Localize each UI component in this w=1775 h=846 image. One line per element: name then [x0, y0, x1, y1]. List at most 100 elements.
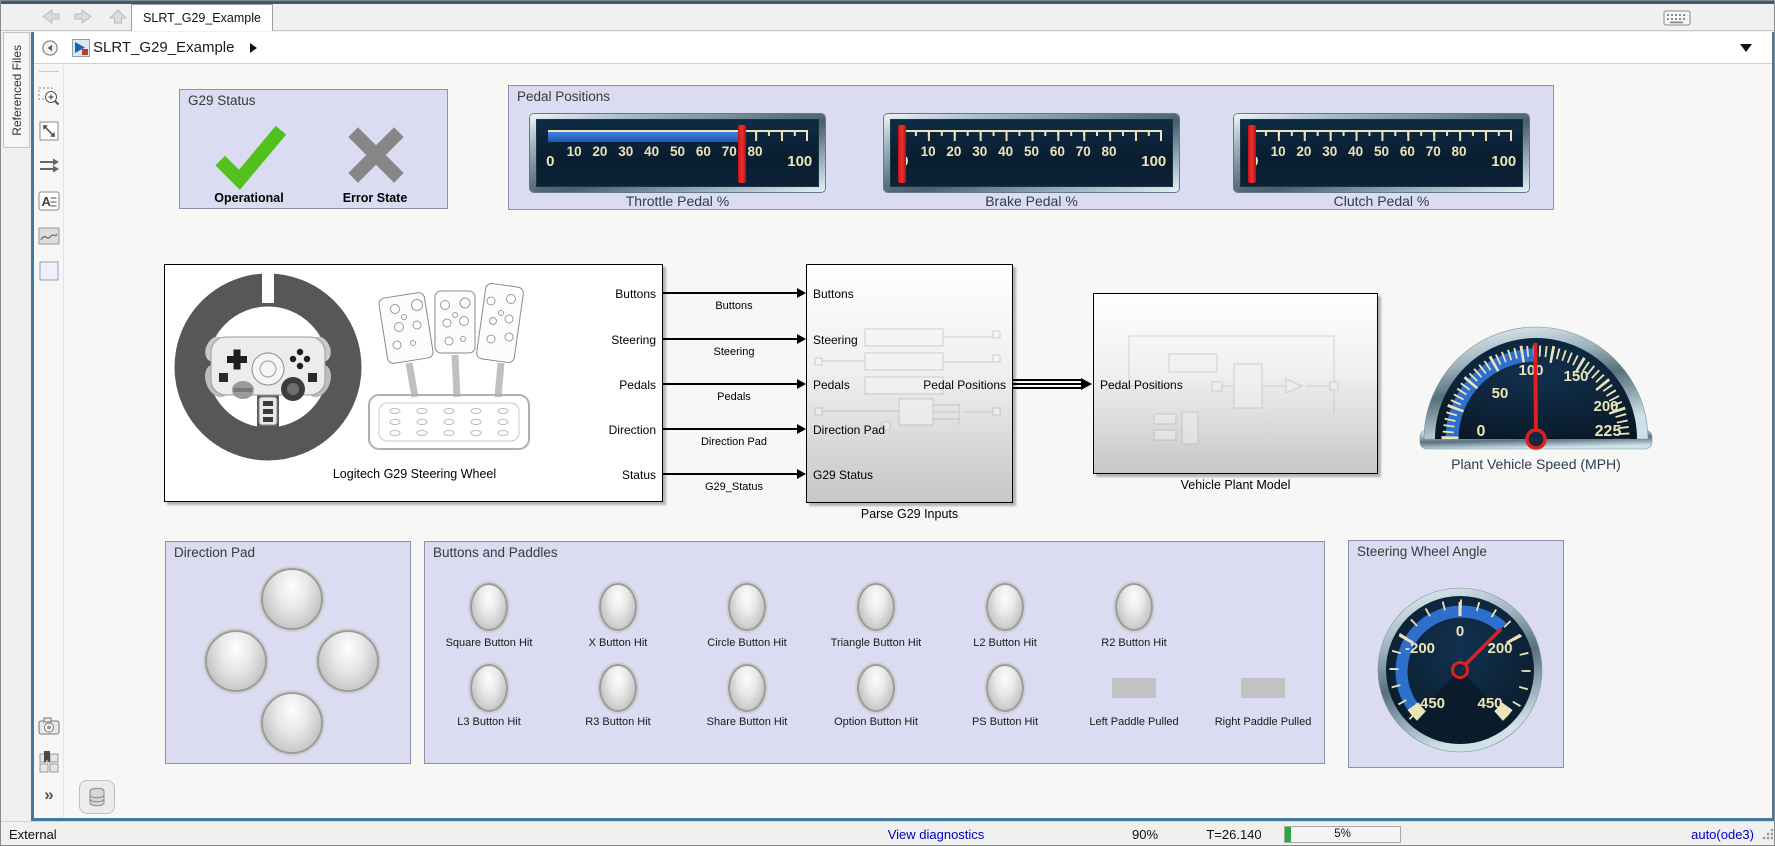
gauge-tick-label: 60 [1050, 144, 1065, 159]
direction-lamp[interactable] [205, 630, 267, 692]
breadcrumb-dropdown-icon[interactable] [1740, 44, 1752, 52]
simulation-mode[interactable]: External [9, 827, 57, 842]
bus-wire[interactable] [1013, 379, 1083, 381]
button-lamp-label: R2 Button Hit [1064, 637, 1204, 649]
button-lamp[interactable] [1115, 583, 1153, 631]
button-lamp[interactable] [857, 664, 895, 712]
breadcrumb-bar: SLRT_G29_Example [34, 32, 1772, 64]
gauge-tick-label: 30 [1322, 144, 1337, 159]
vehicle-speed-gauge[interactable]: 0 50 100 150 200 225 [1418, 303, 1654, 453]
area-title: G29 Status [188, 93, 256, 108]
input-port-label: Direction Pad [813, 423, 885, 437]
g29-block-caption: Logitech G29 Steering Wheel [165, 467, 664, 481]
back-arrow-icon[interactable] [39, 8, 61, 25]
output-port-label: Status [622, 468, 656, 482]
button-lamp[interactable] [470, 583, 508, 631]
vehicle-plant-model-block[interactable]: Pedal Positions [1093, 293, 1378, 474]
gauge-tick-label: 30 [972, 144, 987, 159]
steering-angle-gauge[interactable]: 0 -200 200 -450 450 [1376, 582, 1544, 754]
referenced-files-tab[interactable]: Referenced Files [3, 32, 30, 148]
direction-lamp[interactable] [261, 692, 323, 754]
button-lamp[interactable] [857, 583, 895, 631]
gauge-value-bar [548, 132, 742, 142]
solver-indicator[interactable]: auto(ode3) [1691, 827, 1754, 842]
button-lamp-label: Share Button Hit [677, 716, 817, 728]
model-data-button[interactable] [79, 780, 115, 814]
bus-wire-arrow [1081, 378, 1092, 390]
buttons-paddles-area[interactable]: Buttons and Paddles Square Button HitX B… [424, 541, 1325, 764]
button-lamp[interactable] [986, 583, 1024, 631]
bus-wire[interactable] [1013, 387, 1083, 389]
button-lamp-label: L3 Button Hit [419, 716, 559, 728]
breadcrumb-model-name[interactable]: SLRT_G29_Example [93, 39, 234, 56]
gauge-tick-label: 10 [567, 144, 582, 159]
gauge-tick-label: 50 [1374, 144, 1389, 159]
speed-needle [1535, 343, 1536, 439]
button-lamp[interactable] [599, 664, 637, 712]
forward-arrow-icon[interactable] [73, 8, 95, 25]
gauge-tick-label: 60 [1400, 144, 1415, 159]
paddle-indicator[interactable] [1241, 678, 1285, 698]
keyboard-icon[interactable] [1663, 9, 1691, 27]
image-icon[interactable] [37, 224, 61, 248]
fit-to-view-icon[interactable] [37, 119, 61, 143]
button-lamp[interactable] [728, 664, 766, 712]
speed-tick-150: 150 [1563, 368, 1588, 385]
gauge-tick-label: 80 [1102, 144, 1117, 159]
steer-tick-450: 450 [1477, 695, 1502, 712]
button-lamp[interactable] [728, 583, 766, 631]
steering-wheel-angle-area[interactable]: Steering Wheel Angle 0 -200 200 -450 450 [1348, 540, 1564, 768]
gauge-tick-label: 80 [748, 144, 763, 159]
gauge-tick-label: 70 [722, 144, 737, 159]
gauge-caption: Brake Pedal % [884, 193, 1179, 209]
gauge-tick-label: 50 [670, 144, 685, 159]
input-port-label: Steering [813, 333, 858, 347]
direction-lamp[interactable] [317, 630, 379, 692]
expand-palette-icon[interactable]: » [37, 783, 61, 807]
bus-wire[interactable] [1013, 383, 1083, 385]
viewmarks-icon[interactable] [37, 749, 61, 773]
direction-lamp[interactable] [261, 568, 323, 630]
paddle-indicator[interactable] [1112, 678, 1156, 698]
tab-slrt-g29-example[interactable]: SLRT_G29_Example [131, 4, 273, 31]
area-title: Pedal Positions [517, 89, 610, 104]
annotation-icon[interactable]: A [37, 189, 61, 213]
speed-tick-100: 100 [1518, 362, 1543, 379]
linear-gauge[interactable]: 01020304050607080100 [530, 114, 825, 192]
button-lamp-label: L2 Button Hit [935, 637, 1075, 649]
zoom-region-icon[interactable] [37, 85, 61, 109]
linear-gauge[interactable]: 01020304050607080100 [1234, 114, 1529, 192]
g29-status-area[interactable]: G29 Status Operational Error State [179, 89, 448, 209]
route-signals-icon[interactable] [37, 154, 61, 178]
output-port-label: Pedal Positions [923, 378, 1006, 392]
linear-gauge[interactable]: 01020304050607080100 [884, 114, 1179, 192]
pedal-positions-area[interactable]: Pedal Positions 01020304050607080100 Thro… [508, 85, 1554, 210]
up-arrow-icon[interactable] [107, 8, 129, 25]
operational-check-icon[interactable] [209, 119, 289, 191]
simulation-time: T=26.140 [1189, 827, 1279, 842]
view-diagnostics-link[interactable]: View diagnostics [866, 827, 1006, 842]
gauge-rail [902, 130, 1161, 132]
direction-pad-area[interactable]: Direction Pad [165, 541, 411, 764]
button-lamp[interactable] [599, 583, 637, 631]
button-lamp-label: Circle Button Hit [677, 637, 817, 649]
button-lamp[interactable] [986, 664, 1024, 712]
error-cross-icon[interactable] [344, 123, 408, 187]
hide-browser-icon[interactable] [40, 38, 60, 58]
parse-g29-inputs-block[interactable]: ButtonsSteeringPedalsDirection PadG29 St… [806, 264, 1013, 503]
g29-wheel-art [173, 269, 573, 461]
button-lamp[interactable] [470, 664, 508, 712]
referenced-files-label: Referenced Files [10, 45, 24, 136]
breadcrumb-caret-icon[interactable] [250, 43, 257, 53]
speed-tick-225: 225 [1595, 423, 1622, 440]
palette-divider [39, 71, 59, 72]
gauge-caption: Throttle Pedal % [530, 193, 825, 209]
screenshot-icon[interactable] [37, 715, 61, 739]
zoom-level[interactable]: 90% [1121, 827, 1169, 842]
resize-grip[interactable] [1761, 829, 1773, 841]
gauge-tick-label: 30 [618, 144, 633, 159]
gauge-needle [738, 125, 746, 183]
logitech-g29-block[interactable]: Logitech G29 Steering Wheel ButtonsSteer… [164, 264, 663, 502]
gauge-tick-label: 80 [1452, 144, 1467, 159]
area-icon[interactable] [37, 259, 61, 283]
